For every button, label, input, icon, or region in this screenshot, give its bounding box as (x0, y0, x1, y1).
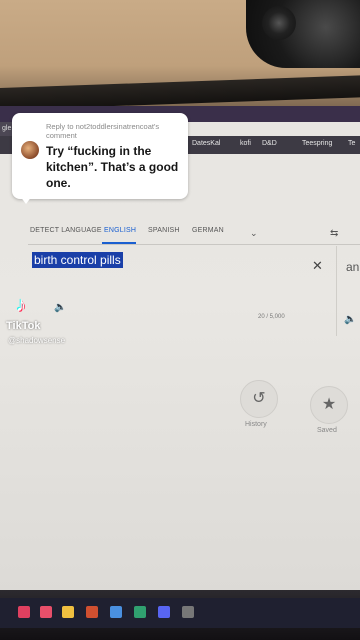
source-text[interactable]: birth control pills (32, 252, 123, 268)
swap-languages-icon[interactable]: ⇆ (330, 228, 338, 239)
lang-spanish[interactable]: SPANISH (148, 227, 180, 234)
taskbar-app-icon[interactable] (134, 606, 146, 618)
tiktok-username: @shadowsense (8, 336, 66, 345)
speaker-icon[interactable]: 🔈 (54, 302, 66, 313)
taskbar-app-icon[interactable] (158, 606, 170, 618)
bookmark-4[interactable]: Te (348, 140, 355, 147)
active-lang-underline (102, 242, 136, 244)
bookmark-2[interactable]: D&D (262, 140, 277, 147)
taskbar-app-icon[interactable] (40, 606, 52, 618)
avatar (21, 141, 39, 159)
tiktok-logo-icon: ♪ (16, 294, 26, 316)
history-label: History (245, 421, 267, 428)
output-speaker-icon[interactable]: 🔈 (344, 314, 356, 325)
translation-output: an (346, 260, 360, 274)
taskbar-app-icon[interactable] (18, 606, 30, 618)
tiktok-brand: TikTok (6, 320, 41, 332)
webcam-lens (262, 6, 296, 40)
lang-german[interactable]: GERMAN (192, 227, 224, 234)
taskbar-folder-icon[interactable] (62, 606, 74, 618)
taskbar-app-icon[interactable] (110, 606, 122, 618)
history-icon[interactable]: ↺ (240, 380, 278, 418)
close-icon[interactable]: ✕ (312, 258, 323, 274)
saved-label: Saved (317, 427, 337, 434)
bookmark-3[interactable]: Teespring (302, 140, 332, 147)
bookmark-1[interactable]: kofi (240, 140, 251, 147)
comment-bubble: Reply to not2toddlersinatrencoat's comme… (12, 113, 188, 199)
char-count: 20 / 5,000 (258, 314, 285, 320)
taskbar (0, 598, 360, 628)
source-text-area[interactable]: birth control pills ✕ (28, 246, 338, 336)
taskbar-app-icon[interactable] (182, 606, 194, 618)
webcam (246, 0, 360, 68)
panel-divider (336, 246, 337, 336)
comment-text: Try “fucking in the kitchen”. That’s a g… (46, 144, 179, 190)
lang-detect[interactable]: DETECT LANGUAGE (30, 227, 102, 234)
language-bar: DETECT LANGUAGE ENGLISH SPANISH GERMAN (28, 218, 360, 245)
taskbar-app-icon[interactable] (86, 606, 98, 618)
lang-english[interactable]: ENGLISH (104, 227, 136, 234)
bookmark-0[interactable]: DatesKal (192, 140, 220, 147)
comment-bubble-tail (20, 196, 32, 204)
chevron-down-icon[interactable]: ⌄ (250, 228, 258, 239)
star-icon[interactable]: ★ (310, 386, 348, 424)
reply-to-text: Reply to not2toddlersinatrencoat's comme… (46, 122, 160, 140)
